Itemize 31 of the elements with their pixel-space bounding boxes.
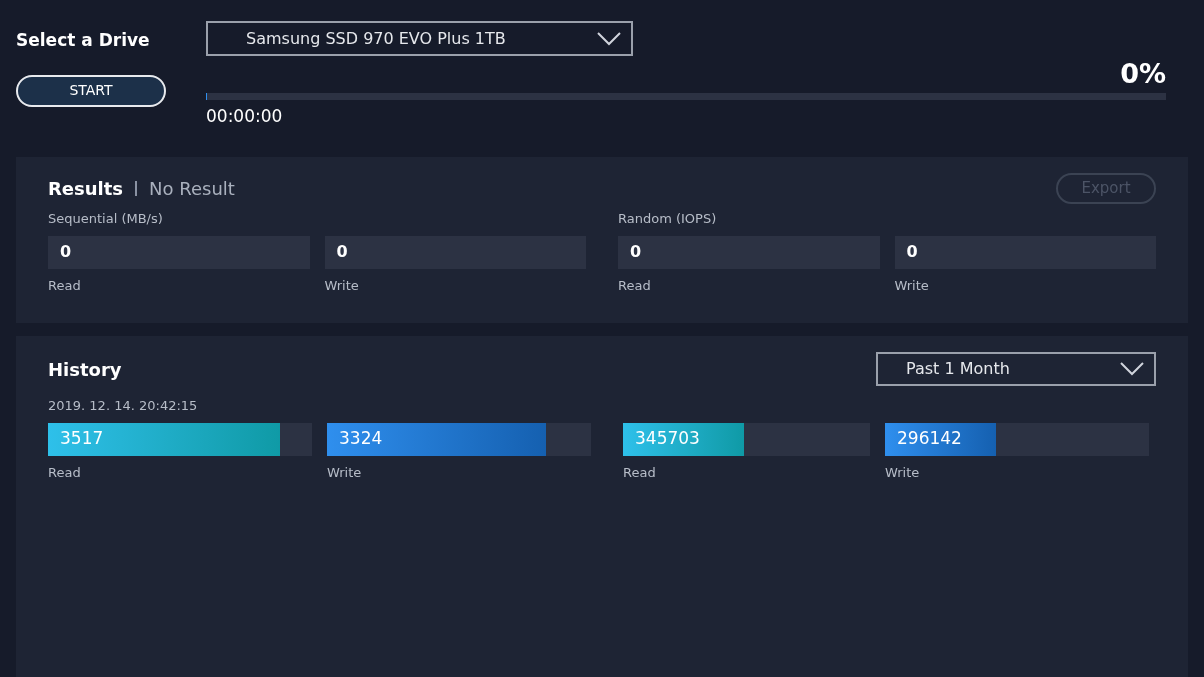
history-label: Read bbox=[623, 463, 657, 482]
history-timestamp: 2019. 12. 14. 20:42:15 bbox=[48, 397, 199, 415]
history-value: 345703 bbox=[635, 427, 700, 451]
history-value: 296142 bbox=[897, 427, 962, 451]
result-label: Read bbox=[48, 276, 82, 295]
progress-percent: 0% bbox=[1120, 57, 1166, 91]
group-title: Random (IOPS) bbox=[618, 210, 718, 228]
result-value: 0 bbox=[48, 235, 310, 269]
history-value: 3517 bbox=[60, 427, 104, 451]
title-separator bbox=[135, 181, 138, 196]
drive-label: Select a Drive bbox=[16, 29, 151, 52]
group-title: Sequential (MB/s) bbox=[48, 210, 164, 228]
result-label: Write bbox=[894, 276, 930, 295]
history-label: Write bbox=[885, 463, 921, 482]
result-label: Write bbox=[324, 276, 360, 295]
results-title: Results bbox=[48, 177, 124, 201]
chevron-down-icon bbox=[597, 31, 621, 46]
history-label: Read bbox=[48, 463, 82, 482]
result-value: 0 bbox=[324, 235, 586, 269]
result-value: 0 bbox=[894, 235, 1156, 269]
result-label: Read bbox=[618, 276, 652, 295]
chevron-down-icon bbox=[1120, 362, 1144, 376]
history-label: Write bbox=[327, 463, 363, 482]
results-status: No Result bbox=[149, 177, 235, 201]
period-dropdown[interactable]: Past 1 Month bbox=[876, 352, 1156, 386]
elapsed-time: 00:00:00 bbox=[206, 105, 284, 128]
start-button[interactable]: START bbox=[16, 74, 166, 107]
result-value: 0 bbox=[618, 235, 880, 269]
drive-dropdown[interactable]: Samsung SSD 970 EVO Plus 1TB bbox=[206, 21, 633, 56]
history-value: 3324 bbox=[339, 427, 383, 451]
history-title: History bbox=[48, 357, 122, 382]
